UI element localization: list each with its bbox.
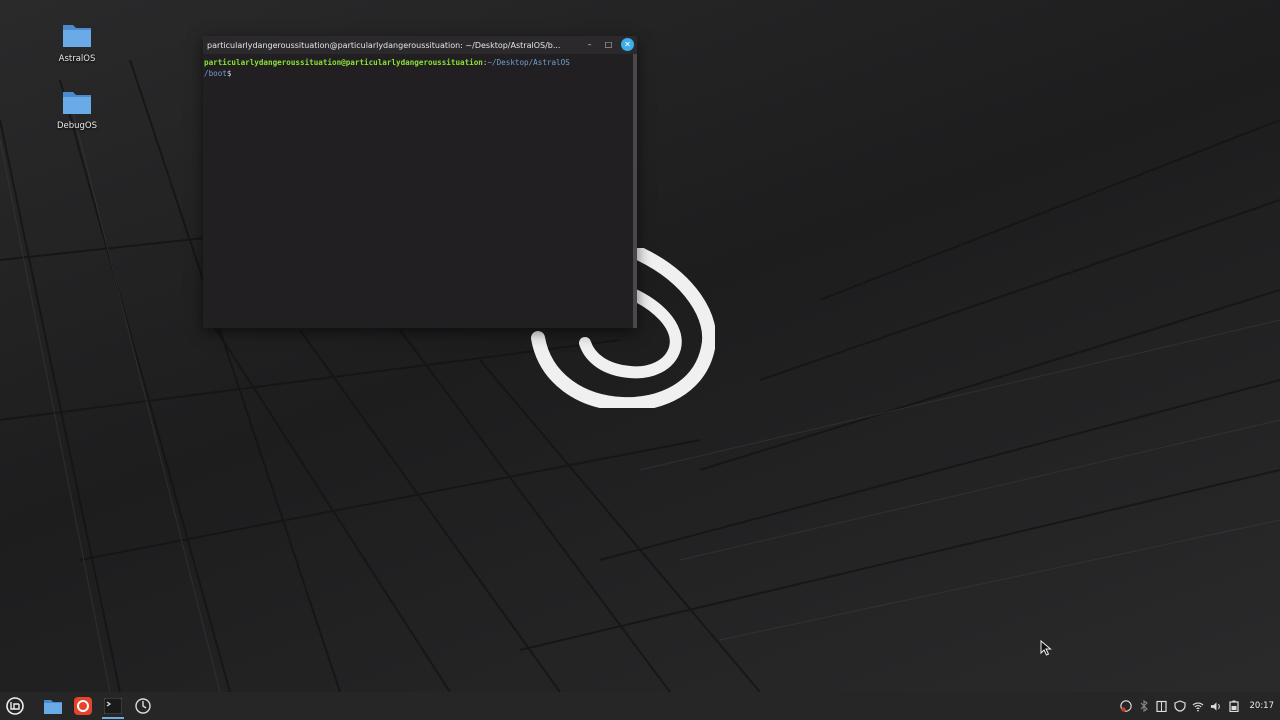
system-tray: 20:17 — [1119, 692, 1275, 720]
wifi-icon[interactable] — [1192, 700, 1204, 712]
prompt-user: particularlydangeroussituation@particula… — [204, 58, 483, 67]
update-icon[interactable] — [1119, 700, 1132, 712]
mint-menu-icon[interactable] — [2, 693, 28, 719]
window-title: particularlydangeroussituation@particula… — [207, 40, 561, 50]
prompt-path-continued: /boot — [204, 69, 227, 78]
files-icon[interactable] — [40, 693, 66, 719]
prompt-symbol: $ — [226, 69, 232, 78]
clipboard-icon[interactable] — [1156, 700, 1168, 712]
battery-icon[interactable] — [1228, 700, 1240, 712]
close-button[interactable]: ✕ — [621, 38, 634, 51]
shield-icon[interactable] — [1173, 700, 1186, 712]
timeshift-icon[interactable] — [130, 693, 156, 719]
folder-icon — [62, 22, 92, 48]
terminal-titlebar[interactable]: particularlydangeroussituation@particula… — [203, 36, 637, 54]
terminal-output[interactable]: particularlydangeroussituation@particula… — [203, 54, 637, 328]
taskbar: 20:17 — [0, 692, 1280, 720]
terminal-scrollbar[interactable] — [633, 54, 637, 328]
desktop-icon-label: AstralOS — [58, 54, 96, 64]
minimize-button[interactable]: – — [583, 38, 596, 51]
volume-icon[interactable] — [1210, 700, 1222, 712]
firefox-icon[interactable] — [70, 693, 96, 719]
terminal-window[interactable]: particularlydangeroussituation@particula… — [203, 36, 637, 328]
terminal-icon[interactable] — [100, 693, 126, 719]
bluetooth-icon[interactable] — [1138, 700, 1150, 712]
desktop-icon-label: DebugOS — [56, 121, 98, 131]
maximize-button[interactable]: □ — [602, 38, 615, 51]
folder-icon — [62, 89, 92, 115]
desktop-icon-debugos[interactable]: DebugOS — [37, 89, 117, 131]
clock[interactable]: 20:17 — [1250, 701, 1275, 711]
desktop-icon-astralos[interactable]: AstralOS — [37, 22, 117, 64]
mouse-cursor-icon — [1040, 639, 1052, 660]
prompt-path: ~/Desktop/AstralOS — [487, 58, 570, 67]
